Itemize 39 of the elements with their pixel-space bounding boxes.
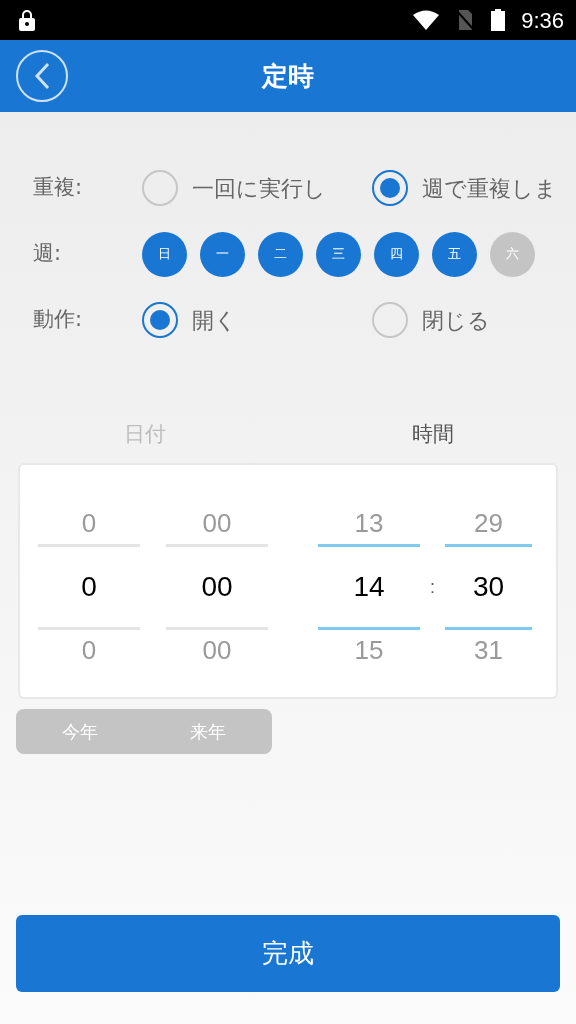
radio-button[interactable] bbox=[372, 302, 408, 338]
wifi-icon bbox=[413, 10, 440, 30]
picker-tab[interactable]: 時間 bbox=[412, 407, 454, 463]
radio-label: 一回に実行し bbox=[192, 174, 326, 203]
field-label: 週: bbox=[33, 240, 63, 268]
weekday-toggle[interactable]: 五 bbox=[432, 231, 477, 277]
picker-selected-value: 14 bbox=[353, 570, 385, 604]
picker-value: 0 bbox=[81, 634, 97, 667]
page-title: 定時 bbox=[262, 59, 314, 93]
picker-selected-value: 30 bbox=[472, 570, 505, 604]
done-button[interactable]: 完成 bbox=[16, 915, 560, 992]
picker-value: 00 bbox=[202, 507, 232, 540]
picker-value: 31 bbox=[474, 634, 503, 667]
picker-value: 15 bbox=[354, 634, 384, 667]
radio-button[interactable] bbox=[142, 170, 178, 206]
radio-label: 閉じる bbox=[422, 306, 490, 335]
weekday-toggle[interactable]: 四 bbox=[374, 231, 419, 277]
picker-value: 00 bbox=[202, 634, 232, 667]
field-label: 動作: bbox=[33, 306, 84, 334]
picker-selected-value: 0 bbox=[81, 570, 97, 604]
back-button[interactable] bbox=[16, 50, 68, 102]
time-separator: : bbox=[429, 575, 436, 599]
back-icon bbox=[34, 62, 50, 90]
picker-value: 29 bbox=[474, 507, 503, 540]
weekday-toggle[interactable]: 日 bbox=[142, 231, 187, 277]
picker-value: 0 bbox=[81, 507, 97, 540]
weekday-toggle[interactable]: 三 bbox=[316, 231, 361, 277]
lock-icon bbox=[18, 9, 36, 31]
weekday-toggle[interactable]: 一 bbox=[200, 231, 245, 277]
radio-label: 週で重複しま bbox=[422, 174, 557, 203]
picker-value: 13 bbox=[354, 507, 384, 540]
radio-label: 開く bbox=[192, 306, 237, 335]
clock-time: 9:36 bbox=[521, 6, 564, 35]
weekday-toggle[interactable]: 二 bbox=[258, 231, 303, 277]
battery-icon bbox=[491, 9, 506, 31]
field-label: 重複: bbox=[33, 174, 84, 202]
radio-button[interactable] bbox=[372, 170, 408, 206]
picker-selected-value: 00 bbox=[201, 570, 233, 604]
radio-button[interactable] bbox=[142, 302, 178, 338]
